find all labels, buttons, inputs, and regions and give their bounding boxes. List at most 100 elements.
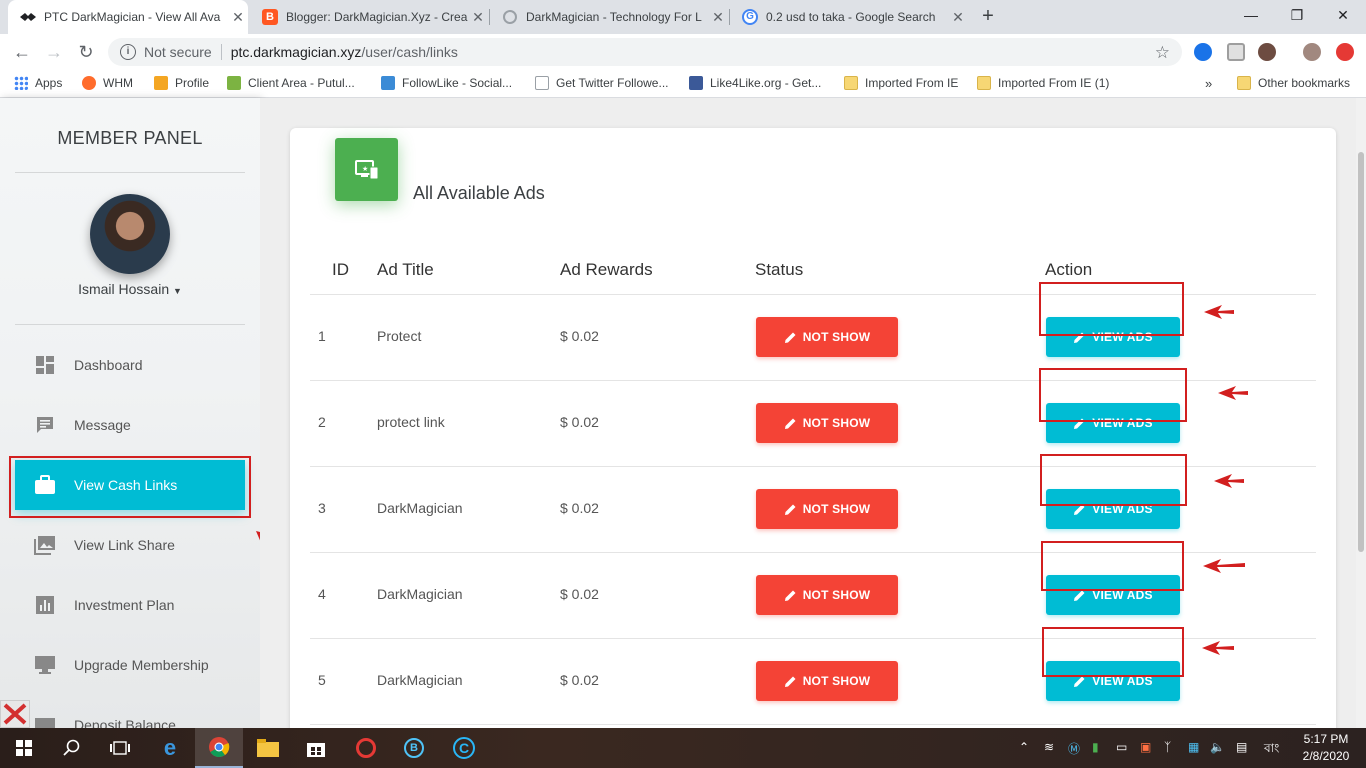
hand-icon (154, 76, 168, 90)
sidebar-item-investment-plan[interactable]: Investment Plan (15, 580, 245, 630)
browser-tab-active[interactable]: PTC DarkMagician - View All Ava ✕ (8, 0, 248, 34)
button-label: NOT SHOW (802, 674, 871, 688)
tab-close-icon[interactable]: ✕ (228, 9, 248, 26)
bookmark-imported-ie-1[interactable]: Imported From IE (1) (977, 76, 1109, 90)
bluetooth-icon[interactable]: ᛉ (1164, 740, 1171, 754)
extension-account-icon[interactable] (1194, 43, 1212, 61)
column-header-ad-rewards: Ad Rewards (560, 260, 653, 279)
app-gear-icon[interactable] (342, 728, 390, 768)
sidebar-item-message[interactable]: Message (15, 400, 245, 450)
tab-title: PTC DarkMagician - View All Ava (44, 10, 221, 24)
app-c-icon[interactable]: C (440, 728, 488, 768)
address-bar[interactable]: i Not secure ptc.darkmagician.xyz/user/c… (108, 38, 1182, 66)
search-icon[interactable] (48, 728, 96, 768)
wifi-icon[interactable]: ≋ (1044, 740, 1054, 754)
bookmark-label: Imported From IE (865, 76, 959, 90)
pencil-icon (784, 418, 796, 429)
back-arrow-icon[interactable]: ← (10, 40, 34, 64)
store-icon[interactable] (292, 728, 340, 768)
new-tab-button[interactable]: + (976, 5, 1000, 29)
url-host: ptc.darkmagician.xyz (230, 44, 362, 60)
table-divider (310, 724, 1316, 725)
app-b-icon[interactable]: B (390, 728, 438, 768)
window-close-icon[interactable]: ✕ (1320, 0, 1366, 32)
update-icon[interactable] (1336, 43, 1354, 61)
tab-close-icon[interactable]: ✕ (708, 9, 728, 26)
cell-id: 4 (318, 586, 326, 602)
followlike-icon (381, 76, 395, 90)
bookmark-imported-ie[interactable]: Imported From IE (844, 76, 958, 90)
bookmark-label: WHM (103, 76, 133, 90)
bookmark-client-area[interactable]: Client Area - Putul... (227, 76, 355, 90)
bookmark-followlike[interactable]: FollowLike - Social... (381, 76, 512, 90)
tab-title: Blogger: DarkMagician.Xyz - Crea (286, 10, 468, 24)
not-show-button[interactable]: NOT SHOW (756, 575, 898, 615)
file-explorer-icon[interactable] (244, 728, 292, 768)
tab-close-icon[interactable]: ✕ (948, 9, 968, 26)
bookmark-apps[interactable]: Apps (14, 76, 62, 90)
not-show-button[interactable]: NOT SHOW (756, 489, 898, 529)
windows-start-icon[interactable] (0, 728, 48, 768)
cell-ad-reward: $ 0.02 (560, 672, 599, 688)
restore-icon[interactable]: ❐ (1274, 0, 1320, 32)
page-scrollbar[interactable] (1356, 98, 1366, 728)
bookmark-star-icon[interactable]: ☆ (1155, 43, 1170, 63)
google-icon: G (742, 9, 758, 25)
forward-arrow-icon[interactable]: → (42, 40, 66, 64)
sidebar-item-dashboard[interactable]: Dashboard (15, 340, 245, 390)
volume-icon[interactable]: 🔈 (1210, 740, 1225, 754)
cell-ad-reward: $ 0.02 (560, 586, 599, 602)
sidebar-item-label: Deposit Balance (74, 717, 176, 728)
sidebar-item-deposit-balance[interactable]: Deposit Balance (15, 700, 245, 728)
clock-time: 5:17 PM (1303, 732, 1349, 746)
avatar[interactable] (90, 194, 170, 274)
tab-close-icon[interactable]: ✕ (468, 9, 488, 26)
not-show-button[interactable]: NOT SHOW (756, 317, 898, 357)
sidebar-item-view-link-share[interactable]: View Link Share (15, 520, 245, 570)
extension-cast-icon[interactable] (1227, 43, 1245, 61)
bookmark-label: Apps (35, 76, 63, 90)
profile-avatar-icon[interactable] (1303, 43, 1321, 61)
not-show-button[interactable]: NOT SHOW (756, 661, 898, 701)
tray-c-icon[interactable]: Ⓜ (1068, 740, 1080, 757)
language-indicator[interactable]: বাং (1264, 740, 1279, 760)
tray-app-icon[interactable]: ▮ (1092, 740, 1099, 754)
notifications-icon[interactable]: ▤ (1236, 740, 1247, 754)
folder-icon (844, 76, 858, 90)
user-name-dropdown[interactable]: Ismail Hossain ▼ (0, 281, 260, 297)
browser-tab-blogger[interactable]: B Blogger: DarkMagician.Xyz - Crea ✕ (250, 0, 488, 34)
reload-icon[interactable]: ↻ (74, 40, 98, 64)
bookmark-like4like[interactable]: Like4Like.org - Get... (689, 76, 821, 90)
scrollbar-thumb[interactable] (1358, 152, 1364, 552)
bookmark-profile[interactable]: Profile (154, 76, 209, 90)
bookmark-whm[interactable]: WHM (82, 76, 133, 90)
column-header-status: Status (755, 260, 804, 279)
user-name: Ismail Hossain (78, 281, 170, 297)
annotation-arrow-icon (1214, 474, 1244, 488)
info-icon[interactable]: i (120, 44, 136, 60)
tray-network-icon[interactable]: ▦ (1188, 740, 1199, 754)
pencil-icon (784, 332, 796, 343)
sidebar-item-upgrade-membership[interactable]: Upgrade Membership (15, 640, 245, 690)
battery-icon[interactable]: ▭ (1116, 740, 1127, 754)
browser-tab-darkmagician[interactable]: DarkMagician - Technology For L ✕ (490, 0, 728, 34)
bookmark-other[interactable]: Other bookmarks (1237, 76, 1350, 90)
task-view-icon[interactable] (96, 728, 144, 768)
windows-taskbar: e B C ⌃ ≋ Ⓜ ▮ ▭ ▣ ᛉ ▦ 🔈 ▤ বাং 5:17 PM 2/8… (0, 728, 1366, 768)
chrome-icon[interactable] (195, 728, 243, 768)
system-clock[interactable]: 5:17 PM 2/8/2020 (1296, 731, 1356, 765)
caret-down-icon: ▼ (173, 286, 182, 296)
edge-icon[interactable]: e (146, 728, 194, 768)
minimize-icon[interactable]: — (1228, 0, 1274, 32)
bookmarks-overflow-button[interactable]: » (1205, 76, 1212, 91)
tray-chevron-up-icon[interactable]: ⌃ (1019, 740, 1029, 754)
browser-tab-google[interactable]: G 0.2 usd to taka - Google Search ✕ (730, 0, 968, 34)
thumbs-up-icon (689, 76, 703, 90)
bookmark-label: FollowLike - Social... (402, 76, 513, 90)
extension-globe-icon[interactable] (1258, 43, 1276, 61)
tray-orange-icon[interactable]: ▣ (1140, 740, 1151, 754)
sidebar-divider (15, 172, 245, 173)
bookmark-twitter-followers[interactable]: Get Twitter Followe... (535, 76, 668, 90)
cell-ad-reward: $ 0.02 (560, 414, 599, 430)
not-show-button[interactable]: NOT SHOW (756, 403, 898, 443)
